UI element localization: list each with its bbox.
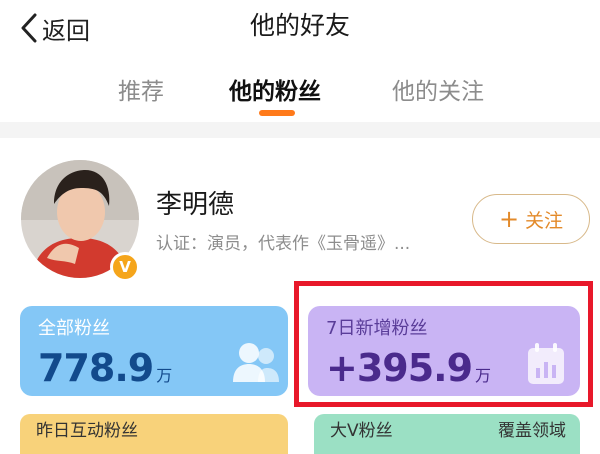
group-users-icon: [232, 340, 280, 388]
interaction-fans-card[interactable]: 昨日互动粉丝: [20, 414, 288, 454]
all-fans-number: 778.9: [38, 346, 154, 390]
follow-button[interactable]: + 关注: [472, 194, 590, 244]
user-certification: 认证：演员，代表作《玉骨遥》...: [156, 234, 411, 254]
page-title: 他的好友: [249, 11, 350, 40]
tab-recommend[interactable]: 推荐: [118, 72, 164, 106]
tab-his-fans[interactable]: 他的粉丝: [229, 72, 321, 106]
highlight-annotation-box: [294, 281, 593, 407]
all-fans-label: 全部粉丝: [38, 318, 110, 339]
all-fans-unit: 万: [156, 366, 173, 385]
user-name: 李明德: [156, 190, 235, 220]
interaction-fans-label: 昨日互动粉丝: [36, 421, 138, 441]
all-fans-value: 778.9 万: [38, 346, 172, 390]
verified-badge-icon: V: [110, 252, 140, 282]
big-v-fans-card[interactable]: 大V粉丝 覆盖领域: [314, 414, 580, 454]
coverage-label: 覆盖领域: [498, 421, 566, 441]
tab-bar: 推荐 他的粉丝 他的关注: [0, 62, 600, 122]
all-fans-card[interactable]: 全部粉丝 778.9 万: [20, 306, 288, 396]
plus-icon: +: [498, 205, 520, 233]
active-tab-indicator: [259, 110, 295, 116]
tab-his-following[interactable]: 他的关注: [392, 72, 484, 106]
big-v-fans-label: 大V粉丝: [330, 421, 393, 441]
follow-label: 关注: [525, 209, 564, 232]
top-bar: 返回 他的好友: [0, 0, 600, 60]
section-divider: [0, 122, 600, 138]
